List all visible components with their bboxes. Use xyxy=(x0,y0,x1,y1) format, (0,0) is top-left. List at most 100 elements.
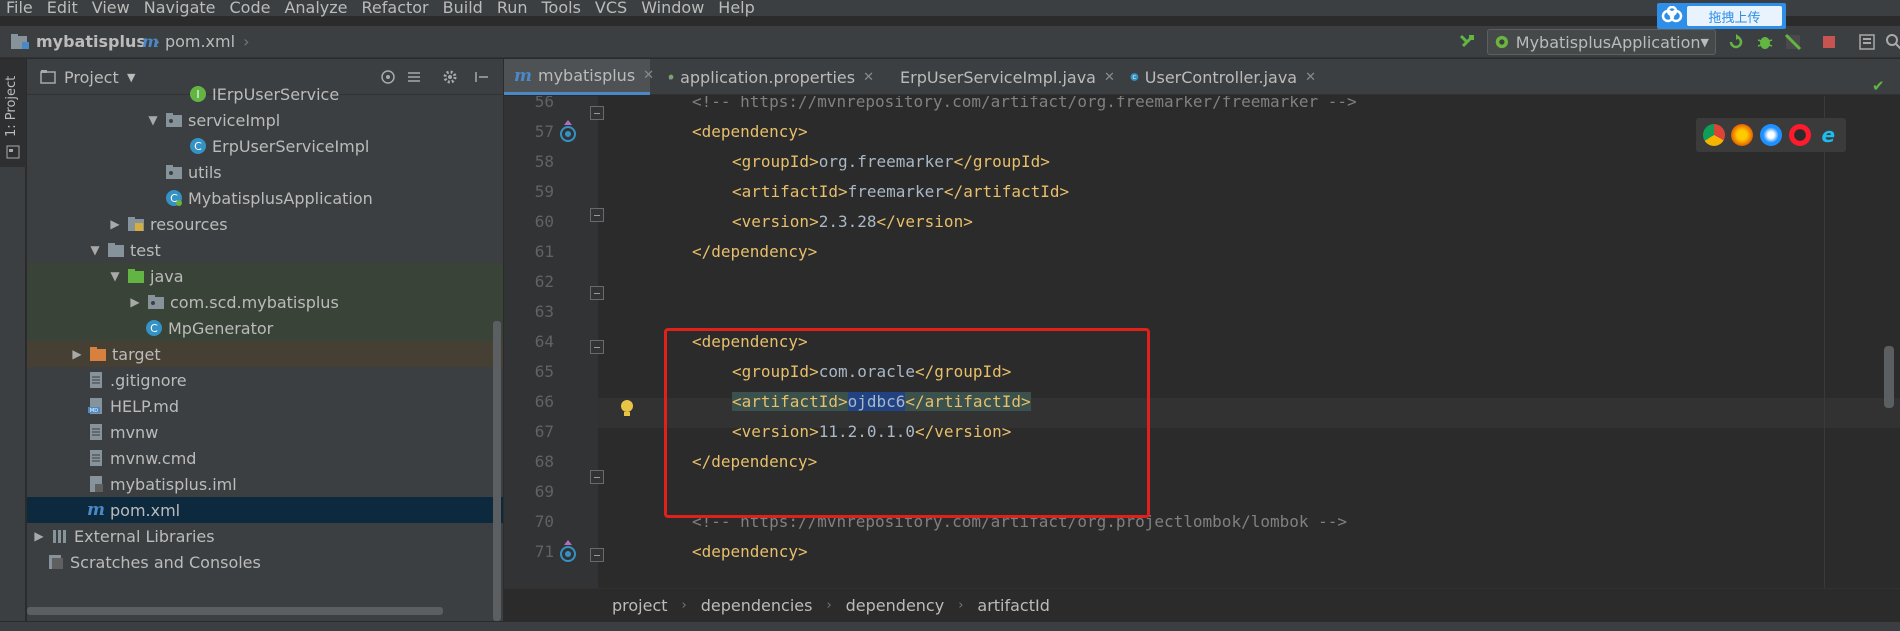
close-icon[interactable]: ✕ xyxy=(1305,70,1316,85)
code-line-groupid: <groupId>org.freemarker</groupId> xyxy=(732,152,1050,171)
tree-item-mvnw-cmd[interactable]: mvnw.cmd xyxy=(27,445,503,471)
tree-item-scratches-and-consoles[interactable]: Scratches and Consoles xyxy=(27,549,503,575)
menu-refactor[interactable]: Refactor xyxy=(362,0,429,16)
coverage-icon[interactable] xyxy=(1784,33,1802,51)
project-tool-tab-label: 1: Project xyxy=(4,75,19,137)
fold-marker-icon[interactable] xyxy=(590,286,604,300)
menu-run[interactable]: Run xyxy=(497,0,528,16)
module-file-icon xyxy=(90,476,103,492)
menu-help[interactable]: Help xyxy=(718,0,754,16)
tree-item-mybatisplusapplication[interactable]: C MybatisplusApplication xyxy=(27,185,503,211)
tree-item-erpuserserviceimpl[interactable]: C ErpUserServiceImpl xyxy=(27,133,503,159)
firefox-icon[interactable] xyxy=(1731,124,1754,146)
tree-item-pom-xml[interactable]: m pom.xml xyxy=(27,497,503,523)
expanded-arrow-icon[interactable]: ▼ xyxy=(107,269,123,283)
menu-file[interactable]: File xyxy=(6,0,33,16)
menu-navigate[interactable]: Navigate xyxy=(144,0,216,16)
tree-item-test[interactable]: ▼ test xyxy=(27,237,503,263)
test-sources-folder-icon xyxy=(128,269,144,283)
tree-item-help-md[interactable]: MD HELP.md xyxy=(27,393,503,419)
tree-item-resources[interactable]: ▶ resources xyxy=(27,211,503,237)
build-hammer-icon[interactable] xyxy=(1458,33,1476,51)
fold-marker-icon[interactable] xyxy=(590,470,604,484)
collapsed-arrow-icon[interactable]: ▶ xyxy=(69,347,85,361)
collapsed-arrow-icon[interactable]: ▶ xyxy=(107,217,123,231)
menu-code[interactable]: Code xyxy=(230,0,271,16)
safari-icon[interactable] xyxy=(1759,124,1782,146)
overridden-method-icon[interactable] xyxy=(558,538,578,564)
lightbulb-icon[interactable] xyxy=(618,398,636,420)
rerun-icon[interactable] xyxy=(1727,33,1745,51)
tab-erpuserserviceimpl-java[interactable]: C ErpUserServiceImpl.java ✕ xyxy=(884,59,1115,95)
close-icon[interactable]: ✕ xyxy=(863,70,874,85)
breadcrumb-item[interactable]: artifactId xyxy=(977,596,1049,615)
chrome-icon[interactable] xyxy=(1702,124,1725,146)
vertical-scrollbar[interactable] xyxy=(493,321,501,621)
debug-icon[interactable] xyxy=(1756,33,1774,51)
menu-vcs[interactable]: VCS xyxy=(595,0,627,16)
menu-tools[interactable]: Tools xyxy=(542,0,581,16)
project-structure-icon[interactable] xyxy=(1858,33,1876,51)
tab-usercontroller-java[interactable]: C UserController.java ✕ xyxy=(1120,59,1316,95)
tree-item-serviceimpl[interactable]: ▼ serviceImpl xyxy=(27,107,503,133)
tree-item-mybatisplus-iml[interactable]: mybatisplus.iml xyxy=(27,471,503,497)
opera-icon[interactable] xyxy=(1788,124,1811,146)
expanded-arrow-icon[interactable]: ▼ xyxy=(87,243,103,257)
libraries-icon xyxy=(53,530,66,543)
package-folder-icon xyxy=(166,165,182,179)
menu-analyze[interactable]: Analyze xyxy=(284,0,347,16)
fold-marker-icon[interactable] xyxy=(590,106,604,120)
tree-item-utils[interactable]: utils xyxy=(27,159,503,185)
collapsed-arrow-icon[interactable]: ▶ xyxy=(127,295,143,309)
tree-item-target[interactable]: ▶ target xyxy=(27,341,503,367)
breadcrumb-item[interactable]: dependency xyxy=(846,596,945,615)
svg-text:C: C xyxy=(150,322,158,335)
stop-icon[interactable] xyxy=(1820,33,1838,51)
tree-item-external-libraries[interactable]: ▶ External Libraries xyxy=(27,523,503,549)
svg-text:C: C xyxy=(1133,75,1137,81)
menu-build[interactable]: Build xyxy=(443,0,483,16)
text-file-icon xyxy=(90,424,102,440)
interface-icon: I xyxy=(190,86,206,102)
fold-marker-icon[interactable] xyxy=(590,208,604,222)
fold-marker-icon[interactable] xyxy=(590,548,604,562)
menu-window[interactable]: Window xyxy=(641,0,704,16)
nav-file-crumb[interactable]: m pom.xml › xyxy=(142,32,249,51)
code-editor[interactable]: 56 57 58 59 60 61 62 63 64 65 66 67 68 6… xyxy=(504,96,1900,588)
tree-item-com-scd-mybatisplus[interactable]: ▶ com.scd.mybatisplus xyxy=(27,289,503,315)
run-configuration-select[interactable]: MybatisplusApplication ▼ xyxy=(1487,29,1716,55)
nav-project-name: mybatisplus xyxy=(36,32,146,51)
tree-item-ierpuserservice[interactable]: I IErpUserService xyxy=(27,81,503,107)
tab-mybatisplus[interactable]: m mybatisplus ✕ xyxy=(504,59,654,95)
menu-edit[interactable]: Edit xyxy=(47,0,78,16)
project-folder-icon xyxy=(11,33,29,49)
collapsed-arrow-icon[interactable]: ▶ xyxy=(31,529,47,543)
code-value: org.freemarker xyxy=(818,152,954,171)
line-number: 62 xyxy=(534,272,554,291)
horizontal-scrollbar[interactable] xyxy=(27,607,443,615)
nav-project-crumb[interactable]: mybatisplus › xyxy=(10,32,160,51)
tree-item-mpgenerator[interactable]: C MpGenerator xyxy=(27,315,503,341)
editor-vertical-scrollbar[interactable] xyxy=(1884,346,1894,408)
breadcrumb-item[interactable]: dependencies xyxy=(701,596,813,615)
close-icon[interactable]: ✕ xyxy=(1104,70,1115,85)
internet-explorer-icon[interactable]: e xyxy=(1817,124,1839,146)
line-number: 71 xyxy=(534,542,554,561)
search-icon[interactable] xyxy=(1885,33,1900,51)
close-icon[interactable]: ✕ xyxy=(643,68,654,83)
tree-item-label: java xyxy=(150,266,184,286)
code-tag: </artifactId> xyxy=(943,182,1070,201)
tab-application-properties[interactable]: application.properties ✕ xyxy=(658,59,874,95)
tree-item-gitignore[interactable]: .gitignore xyxy=(27,367,503,393)
fold-marker-icon[interactable] xyxy=(590,340,604,354)
tree-item-mvnw[interactable]: mvnw xyxy=(27,419,503,445)
editor-tab-bar: m mybatisplus ✕ application.properties ✕… xyxy=(504,59,1900,95)
structure-icon[interactable] xyxy=(6,145,20,159)
breadcrumb-item[interactable]: project xyxy=(612,596,668,615)
menu-view[interactable]: View xyxy=(92,0,130,16)
overridden-method-icon[interactable] xyxy=(558,118,578,144)
tree-item-java[interactable]: ▼ java xyxy=(27,263,503,289)
expanded-arrow-icon[interactable]: ▼ xyxy=(145,113,161,127)
resources-folder-icon xyxy=(128,217,144,231)
upload-badge[interactable]: 拖拽上传 xyxy=(1657,3,1786,29)
